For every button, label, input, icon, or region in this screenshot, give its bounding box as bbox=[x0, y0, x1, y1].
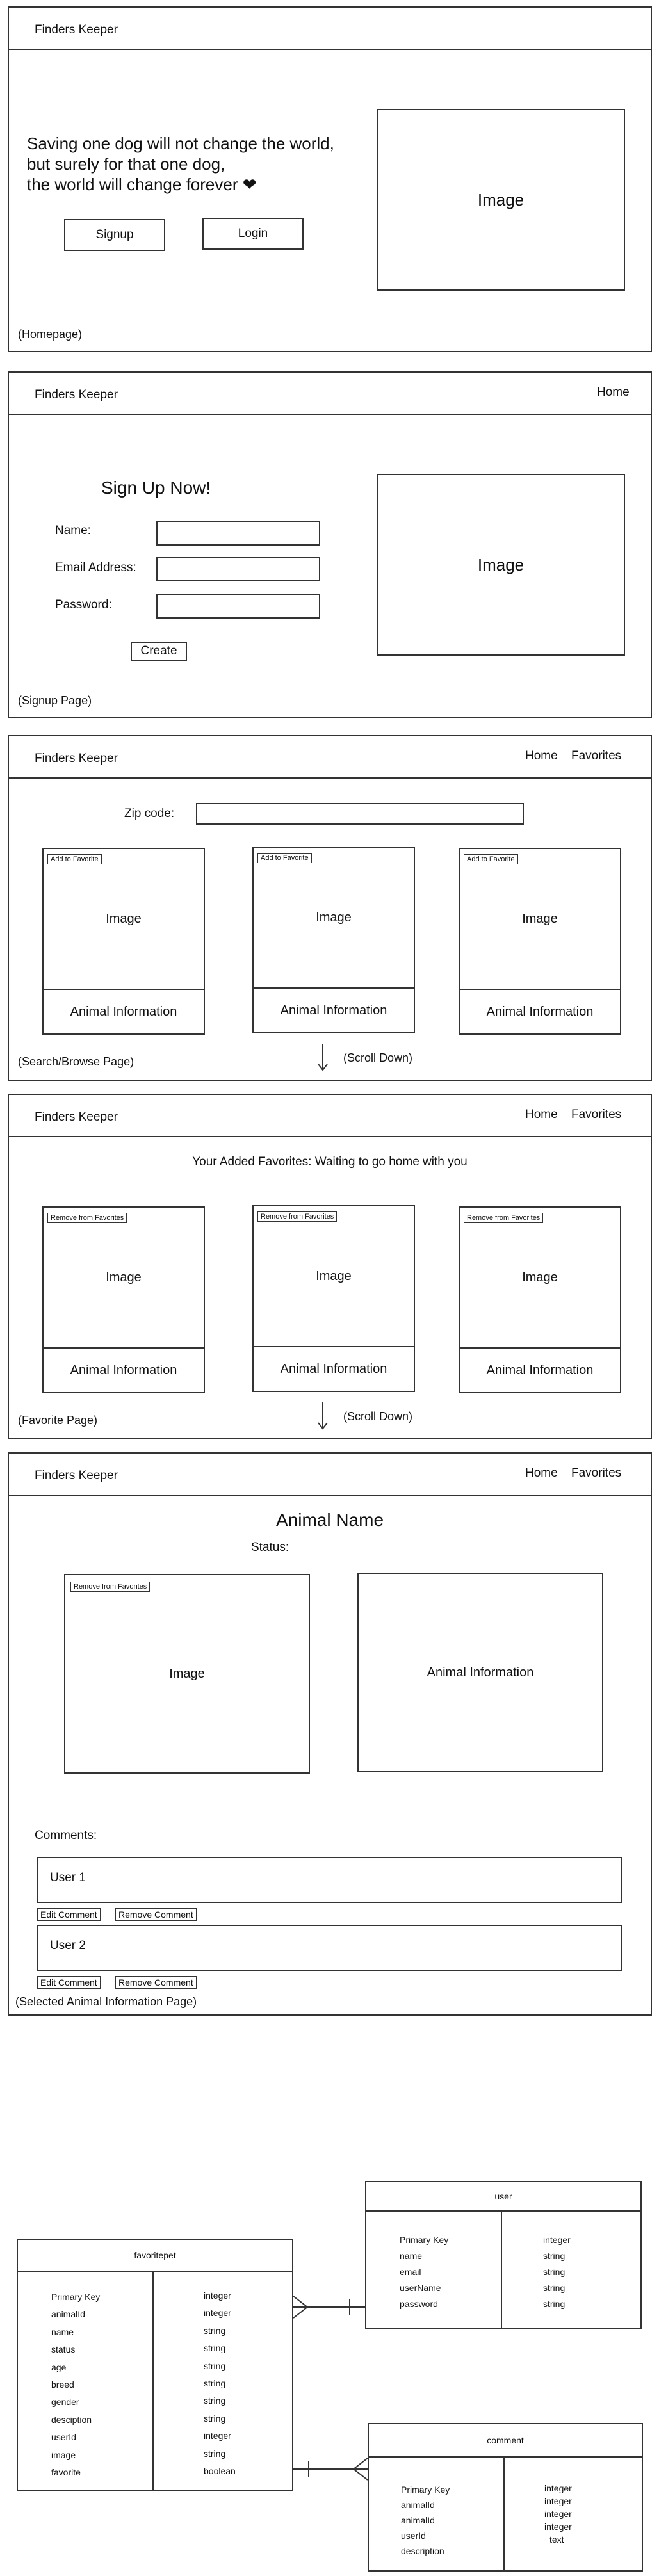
er-relationship-lines bbox=[293, 2296, 368, 2481]
relationship-favoritepet-comment bbox=[293, 2458, 368, 2481]
relationship-favoritepet-user bbox=[293, 2296, 365, 2319]
